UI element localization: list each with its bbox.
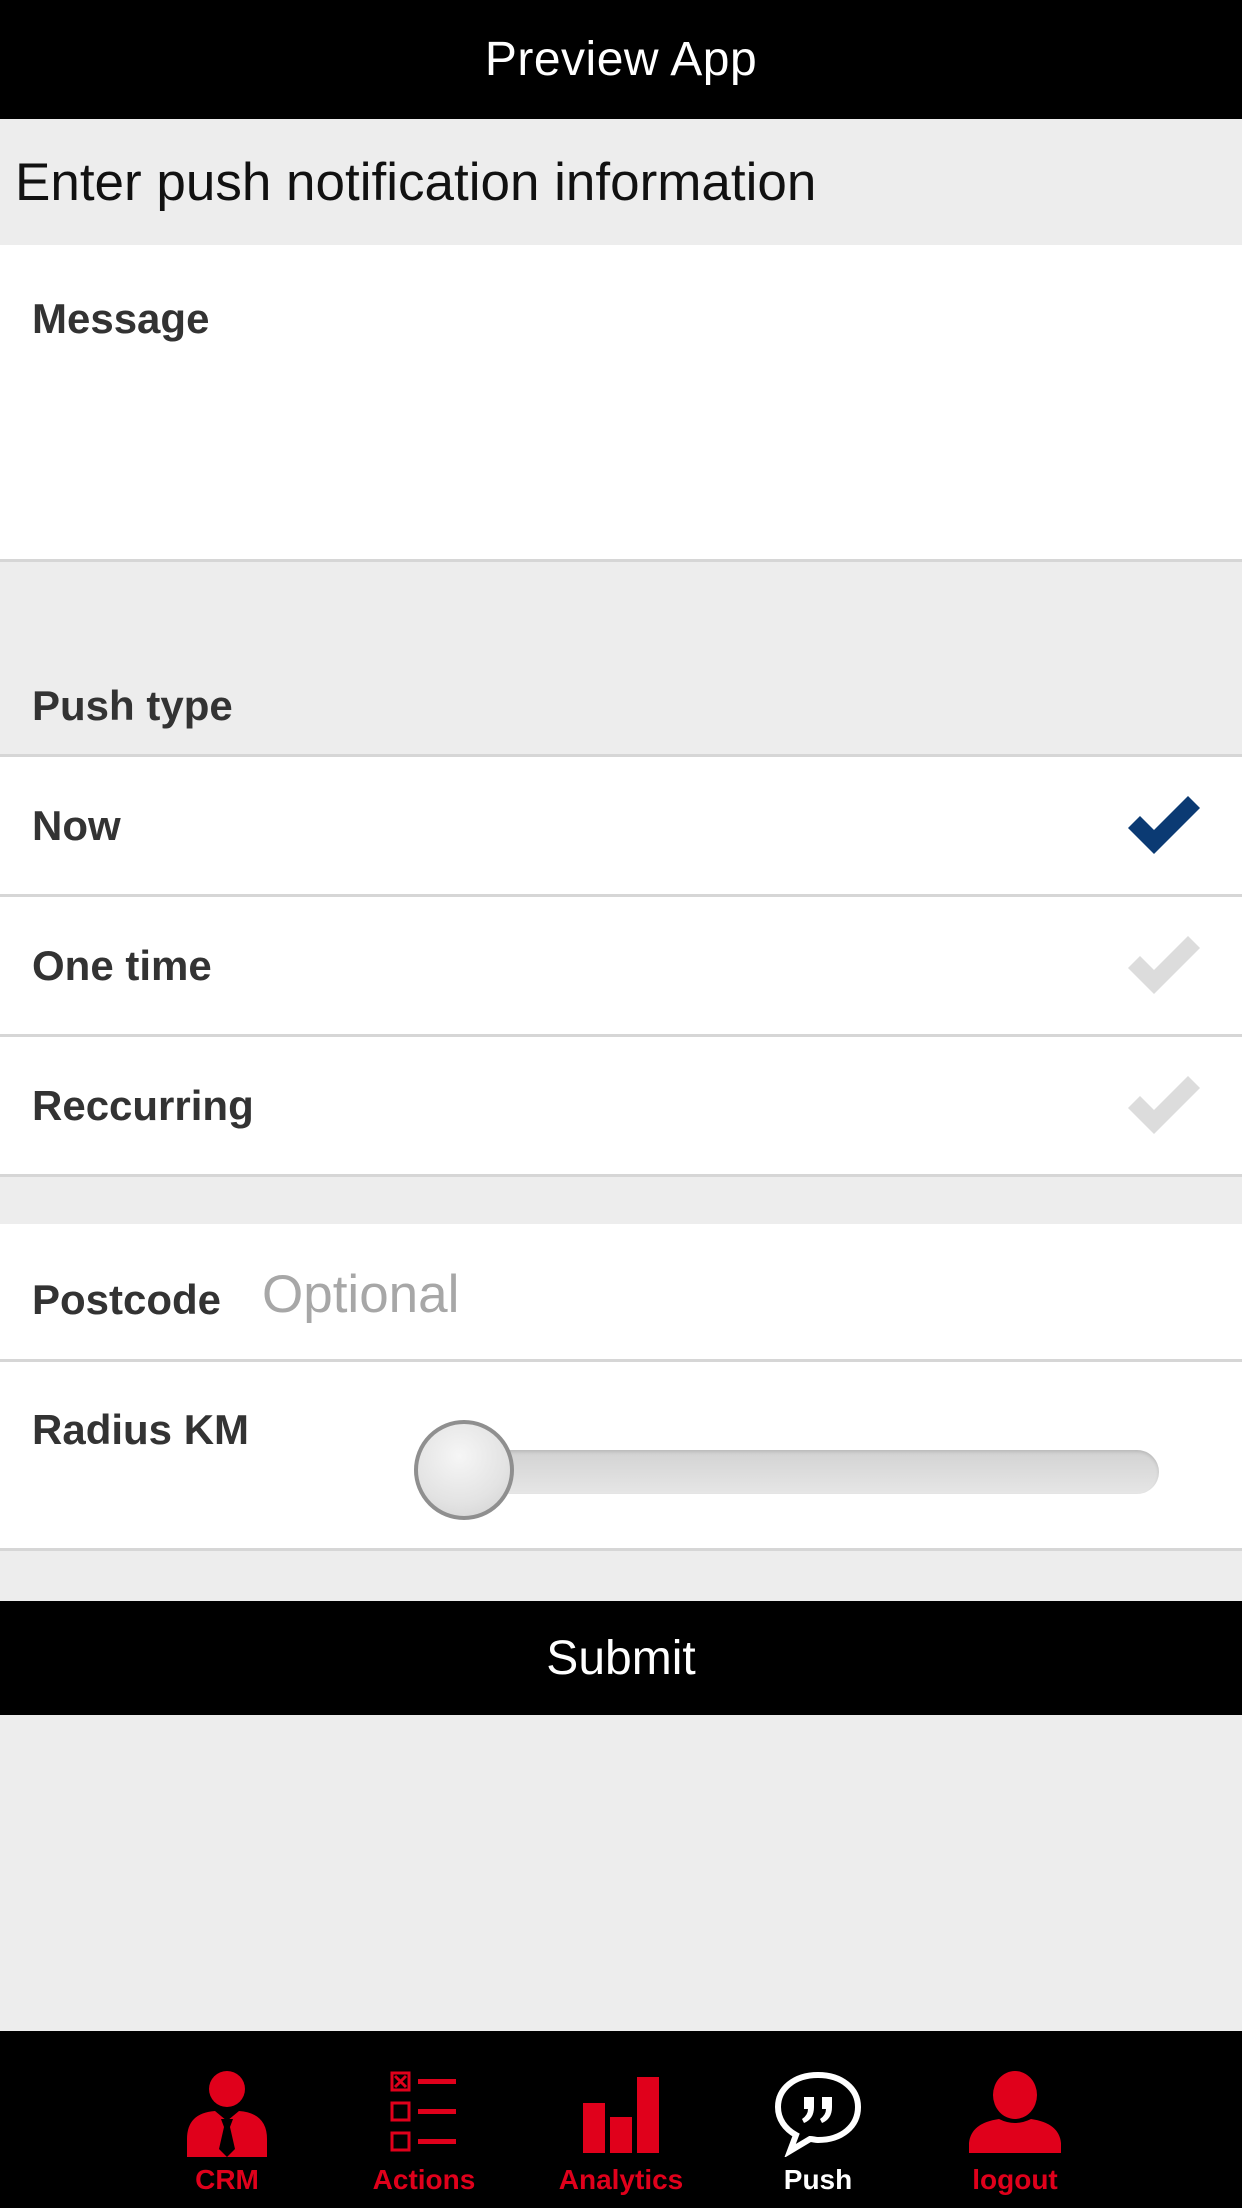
message-label: Message: [32, 295, 210, 342]
location-fields: Postcode Radius KM: [0, 1224, 1242, 1551]
app-title: Preview App: [484, 33, 758, 86]
radius-label: Radius KM: [32, 1406, 250, 1453]
bar-chart-icon: [583, 2077, 659, 2153]
checklist-icon: [390, 2071, 456, 2152]
submit-button[interactable]: Submit: [0, 1601, 1242, 1715]
checkmark-icon: [1128, 796, 1200, 854]
form-heading: Enter push notification information: [0, 119, 1242, 245]
tab-label: Actions: [372, 2164, 476, 2195]
speech-bubble-quote-icon: [774, 2071, 862, 2157]
message-input[interactable]: [250, 275, 1210, 535]
postcode-input[interactable]: [262, 1254, 1202, 1334]
postcode-row: Postcode: [0, 1224, 1242, 1362]
tab-label: Analytics: [558, 2164, 684, 2195]
message-field-row[interactable]: Message: [0, 245, 1242, 562]
bottom-tab-bar: CRM Actions Analytics Push logout: [0, 2031, 1242, 2208]
tab-label: CRM: [195, 2164, 259, 2195]
slider-track[interactable]: [414, 1450, 1159, 1494]
push-type-option-now[interactable]: Now: [0, 757, 1242, 897]
push-notification-screen: Preview App Enter push notification info…: [0, 0, 1242, 2208]
form-heading-text: Enter push notification information: [15, 152, 817, 212]
checkmark-icon: [1128, 936, 1200, 994]
tab-label: logout: [972, 2164, 1058, 2195]
push-type-options: Now One time Reccurring: [0, 754, 1242, 1177]
tab-analytics[interactable]: Analytics: [541, 2031, 701, 2208]
push-type-option-recurring[interactable]: Reccurring: [0, 1037, 1242, 1177]
slider-thumb[interactable]: [414, 1420, 514, 1520]
person-icon: [969, 2071, 1061, 2153]
tab-label: Push: [783, 2164, 853, 2195]
push-type-label: Push type: [32, 682, 233, 729]
radius-slider[interactable]: [414, 1420, 1159, 1520]
checkmark-icon: [1128, 1076, 1200, 1134]
push-type-option-label: Now: [32, 801, 121, 849]
postcode-label: Postcode: [32, 1276, 222, 1323]
tab-actions[interactable]: Actions: [344, 2031, 504, 2208]
push-type-option-label: Reccurring: [32, 1081, 254, 1129]
top-bar: Preview App: [0, 0, 1242, 119]
tab-crm[interactable]: CRM: [147, 2031, 307, 2208]
person-tie-icon: [187, 2071, 267, 2157]
push-type-option-label: One time: [32, 941, 212, 989]
tab-logout[interactable]: logout: [935, 2031, 1095, 2208]
push-type-option-one-time[interactable]: One time: [0, 897, 1242, 1037]
radius-row: Radius KM: [0, 1362, 1242, 1551]
tab-push[interactable]: Push: [738, 2031, 898, 2208]
